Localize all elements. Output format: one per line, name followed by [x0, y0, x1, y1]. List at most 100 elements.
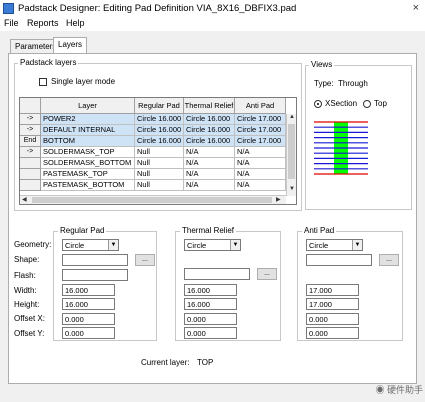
cell-regular[interactable]: Null	[135, 147, 184, 158]
watermark-text: 硬件助手	[386, 385, 423, 395]
geometry-label: Geometry:	[14, 240, 52, 249]
cell-anti[interactable]: Circle 17.000	[235, 125, 286, 136]
cell-regular[interactable]: Circle 16.000	[135, 125, 184, 136]
close-icon[interactable]: ×	[413, 2, 419, 14]
anti-offset-x-input[interactable]: 0.000	[306, 313, 359, 325]
regular-offset-x-input[interactable]: 0.000	[62, 313, 115, 325]
cell-regular[interactable]: Circle 16.000	[135, 136, 184, 147]
menu-bar: File Reports Help	[0, 17, 425, 31]
layers-grid[interactable]: Layer Regular Pad Thermal Relief Anti Pa…	[19, 97, 297, 205]
cell-layer[interactable]: DEFAULT INTERNAL	[41, 125, 135, 136]
top-label: Top	[374, 99, 387, 108]
column-anti-pad[interactable]: Anti Pad	[235, 98, 286, 114]
type-label: Type:	[314, 79, 334, 88]
row-marker[interactable]: ->	[20, 114, 41, 125]
cell-layer[interactable]: PASTEMASK_BOTTOM	[41, 180, 135, 191]
cell-anti[interactable]: Circle 17.000	[235, 136, 286, 147]
row-marker[interactable]: End	[20, 136, 41, 147]
cell-regular[interactable]: Null	[135, 180, 184, 191]
thermal-geometry-select[interactable]: Circle ▼	[184, 239, 241, 251]
flash-label: Flash:	[14, 271, 36, 280]
anti-shape-input[interactable]	[306, 254, 372, 266]
regular-geometry-value: Circle	[65, 241, 85, 250]
row-marker[interactable]: ->	[20, 125, 41, 136]
scroll-up-icon[interactable]: ▲	[289, 114, 295, 120]
cell-layer[interactable]: POWER2	[41, 114, 135, 125]
cell-layer[interactable]: SOLDERMASK_TOP	[41, 147, 135, 158]
thermal-offset-y-input[interactable]: 0.000	[184, 327, 237, 339]
grid-vertical-scrollbar[interactable]: ▲ ▼	[286, 114, 296, 196]
thermal-offset-x-input[interactable]: 0.000	[184, 313, 237, 325]
cell-thermal[interactable]: N/A	[184, 158, 235, 169]
scroll-left-icon[interactable]: ◀	[22, 196, 27, 203]
height-label: Height:	[14, 300, 40, 309]
row-marker[interactable]	[20, 180, 41, 191]
offset-x-label: Offset X:	[14, 314, 45, 323]
cell-layer[interactable]: BOTTOM	[41, 136, 135, 147]
cell-thermal[interactable]: Circle 16.000	[184, 114, 235, 125]
tab-layers[interactable]: Layers	[53, 37, 88, 53]
cell-regular[interactable]: Null	[135, 169, 184, 180]
menu-help[interactable]: Help	[66, 18, 85, 28]
menu-file[interactable]: File	[4, 18, 19, 28]
regular-offset-y-input[interactable]: 0.000	[62, 327, 115, 339]
scroll-thumb[interactable]	[288, 124, 295, 179]
cell-regular[interactable]: Circle 16.000	[135, 114, 184, 125]
thermal-relief-label: Thermal Relief	[180, 226, 237, 235]
row-marker[interactable]	[20, 169, 41, 180]
anti-offset-y-input[interactable]: 0.000	[306, 327, 359, 339]
xsection-preview	[314, 121, 368, 175]
cell-anti[interactable]: N/A	[235, 180, 286, 191]
cell-thermal[interactable]: N/A	[184, 180, 235, 191]
menu-reports[interactable]: Reports	[27, 18, 59, 28]
anti-shape-browse-button[interactable]: ...	[379, 254, 399, 266]
cell-layer[interactable]: PASTEMASK_TOP	[41, 169, 135, 180]
cell-thermal[interactable]: Circle 16.000	[184, 136, 235, 147]
cell-anti[interactable]: N/A	[235, 158, 286, 169]
single-layer-mode-checkbox[interactable]	[39, 78, 47, 86]
regular-height-input[interactable]: 16.000	[62, 298, 115, 310]
regular-shape-browse-button[interactable]: ...	[135, 254, 155, 266]
offset-y-label: Offset Y:	[14, 329, 45, 338]
scroll-down-icon[interactable]: ▼	[289, 186, 295, 192]
wechat-icon: ◉	[375, 385, 385, 395]
anti-height-input[interactable]: 17.000	[306, 298, 359, 310]
chevron-down-icon[interactable]: ▼	[230, 240, 240, 250]
row-marker[interactable]: ->	[20, 147, 41, 158]
column-layer[interactable]: Layer	[41, 98, 135, 114]
cell-regular[interactable]: Null	[135, 158, 184, 169]
regular-shape-input[interactable]	[62, 254, 128, 266]
grid-corner	[20, 98, 41, 114]
chevron-down-icon[interactable]: ▼	[108, 240, 118, 250]
cell-thermal[interactable]: N/A	[184, 169, 235, 180]
thermal-width-input[interactable]: 16.000	[184, 284, 237, 296]
thermal-shape-input[interactable]	[184, 268, 250, 280]
anti-width-input[interactable]: 17.000	[306, 284, 359, 296]
padstack-layers-label: Padstack layers	[18, 58, 79, 67]
top-radio[interactable]	[363, 100, 371, 108]
xsection-radio[interactable]	[314, 100, 322, 108]
chevron-down-icon[interactable]: ▼	[352, 240, 362, 250]
regular-geometry-select[interactable]: Circle ▼	[62, 239, 119, 251]
hscroll-thumb[interactable]	[32, 197, 272, 203]
column-thermal-relief[interactable]: Thermal Relief	[184, 98, 235, 114]
scroll-right-icon[interactable]: ▶	[276, 196, 281, 203]
regular-flash-input[interactable]	[62, 269, 128, 281]
width-label: Width:	[14, 286, 37, 295]
regular-width-input[interactable]: 16.000	[62, 284, 115, 296]
row-marker[interactable]	[20, 158, 41, 169]
cell-thermal[interactable]: Circle 16.000	[184, 125, 235, 136]
cell-thermal[interactable]: N/A	[184, 147, 235, 158]
single-layer-mode-label: Single layer mode	[51, 77, 116, 86]
thermal-shape-browse-button[interactable]: ...	[257, 268, 277, 280]
column-regular-pad[interactable]: Regular Pad	[135, 98, 184, 114]
cell-anti[interactable]: N/A	[235, 169, 286, 180]
cell-anti[interactable]: Circle 17.000	[235, 114, 286, 125]
cell-layer[interactable]: SOLDERMASK_BOTTOM	[41, 158, 135, 169]
anti-pad-label: Anti Pad	[302, 226, 337, 235]
grid-horizontal-scrollbar[interactable]: ◀ ▶	[20, 195, 286, 204]
thermal-height-input[interactable]: 16.000	[184, 298, 237, 310]
shape-label: Shape:	[14, 255, 40, 264]
anti-geometry-select[interactable]: Circle ▼	[306, 239, 363, 251]
cell-anti[interactable]: N/A	[235, 147, 286, 158]
